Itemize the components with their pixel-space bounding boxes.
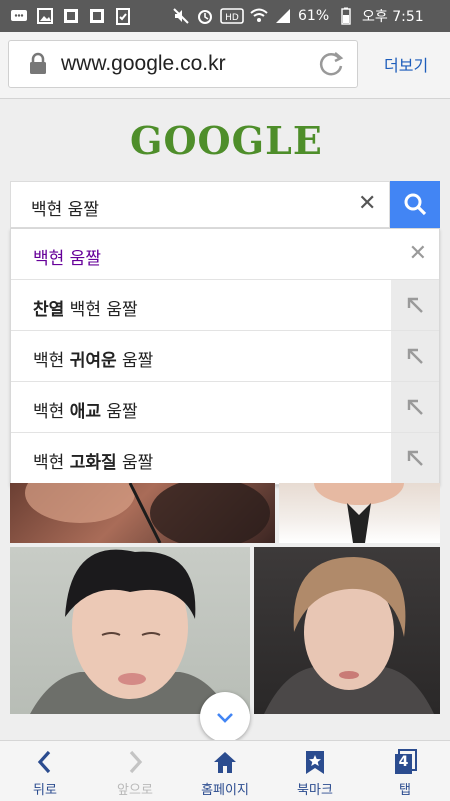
home-label: 홈페이지 [201,783,249,798]
arrow-up-left-icon [407,399,423,415]
suggestion-item[interactable]: 백현 귀여운 움짤 [11,331,439,382]
suggestion-suffix: 백현 움짤 [64,300,138,320]
suggestion-item[interactable]: 백현 애교 움짤 [11,382,439,433]
arrow-up-left-icon [407,297,423,313]
suggestion-prefix: 백현 [33,453,70,473]
bookmark-button[interactable]: 북마크 [270,741,360,801]
bookmark-icon [306,751,324,774]
image-result[interactable] [254,547,440,714]
bookmark-label: 북마크 [297,783,333,798]
suggestion-suffix: 움짤 [116,453,154,473]
suggestion-item[interactable]: 백현 고화질 움짤 [11,433,439,484]
clear-search-icon[interactable]: ✕ [358,191,376,216]
suggestion-item[interactable]: 찬열 백현 움짤 [11,280,439,331]
suggestion-prefix: 백현 [33,351,70,371]
image-result[interactable] [279,483,440,543]
tabs-button[interactable]: 4 탭 [360,741,450,801]
web-page: GOOGLE 백현 움짤 ✕ 백현 움짤 ✕ 찬열 백현 움짤 백현 귀여운 움… [0,0,450,740]
search-query: 백현 움짤 [31,200,99,220]
forward-button[interactable]: 앞으로 [90,741,180,801]
photo-placeholder [30,549,230,714]
suggestion-text: 백현 애교 움짤 [33,397,138,422]
suggestion-history-item[interactable]: 백현 움짤 ✕ [11,229,439,280]
home-button[interactable]: 홈페이지 [180,741,270,801]
suggestion-suffix: 움짤 [116,351,154,371]
chevron-down-icon [217,713,233,723]
suggestion-list: 백현 움짤 ✕ 찬열 백현 움짤 백현 귀여운 움짤 백현 애교 움짤 백현 고… [10,228,440,485]
remove-history-icon[interactable]: ✕ [409,241,427,266]
suggestion-suffix: 움짤 [100,402,138,422]
back-icon [37,750,51,774]
fill-query-button[interactable] [391,433,439,483]
suggestion-text: 백현 고화질 움짤 [33,448,153,473]
arrow-up-left-icon [407,450,423,466]
arrow-up-left-icon [407,348,423,364]
suggestion-bold: 애교 [69,402,101,422]
back-label: 뒤로 [33,783,57,798]
search-icon [404,193,427,216]
fill-query-button[interactable] [391,280,439,330]
photo-placeholder [25,483,270,543]
tabs-label: 탭 [399,783,411,798]
fill-query-button[interactable] [391,382,439,432]
google-logo[interactable]: GOOGLE [130,118,323,163]
suggestion-text: 찬열 백현 움짤 [33,295,138,320]
suggestion-bold: 귀여운 [69,351,117,371]
suggestion-text: 백현 움짤 [33,249,101,269]
suggestion-bold: 찬열 [33,300,65,320]
back-button[interactable]: 뒤로 [0,741,90,801]
forward-icon [129,750,143,774]
photo-placeholder [264,557,434,714]
forward-label: 앞으로 [117,783,153,798]
suggestion-bold: 고화질 [69,453,117,473]
fill-query-button[interactable] [391,331,439,381]
suggestion-text: 백현 귀여운 움짤 [33,346,153,371]
image-result[interactable] [10,483,275,543]
scroll-down-button[interactable] [200,692,250,740]
tab-count: 4 [398,754,409,770]
suggestion-prefix: 백현 [33,402,70,422]
image-result[interactable] [10,547,250,714]
home-icon [214,752,236,773]
bottom-navigation-bar: 뒤로 앞으로 홈페이지 북마크 4 탭 [0,740,450,801]
search-input[interactable]: 백현 움짤 ✕ [10,181,390,228]
photo-placeholder [314,483,404,543]
search-button[interactable] [390,181,440,228]
